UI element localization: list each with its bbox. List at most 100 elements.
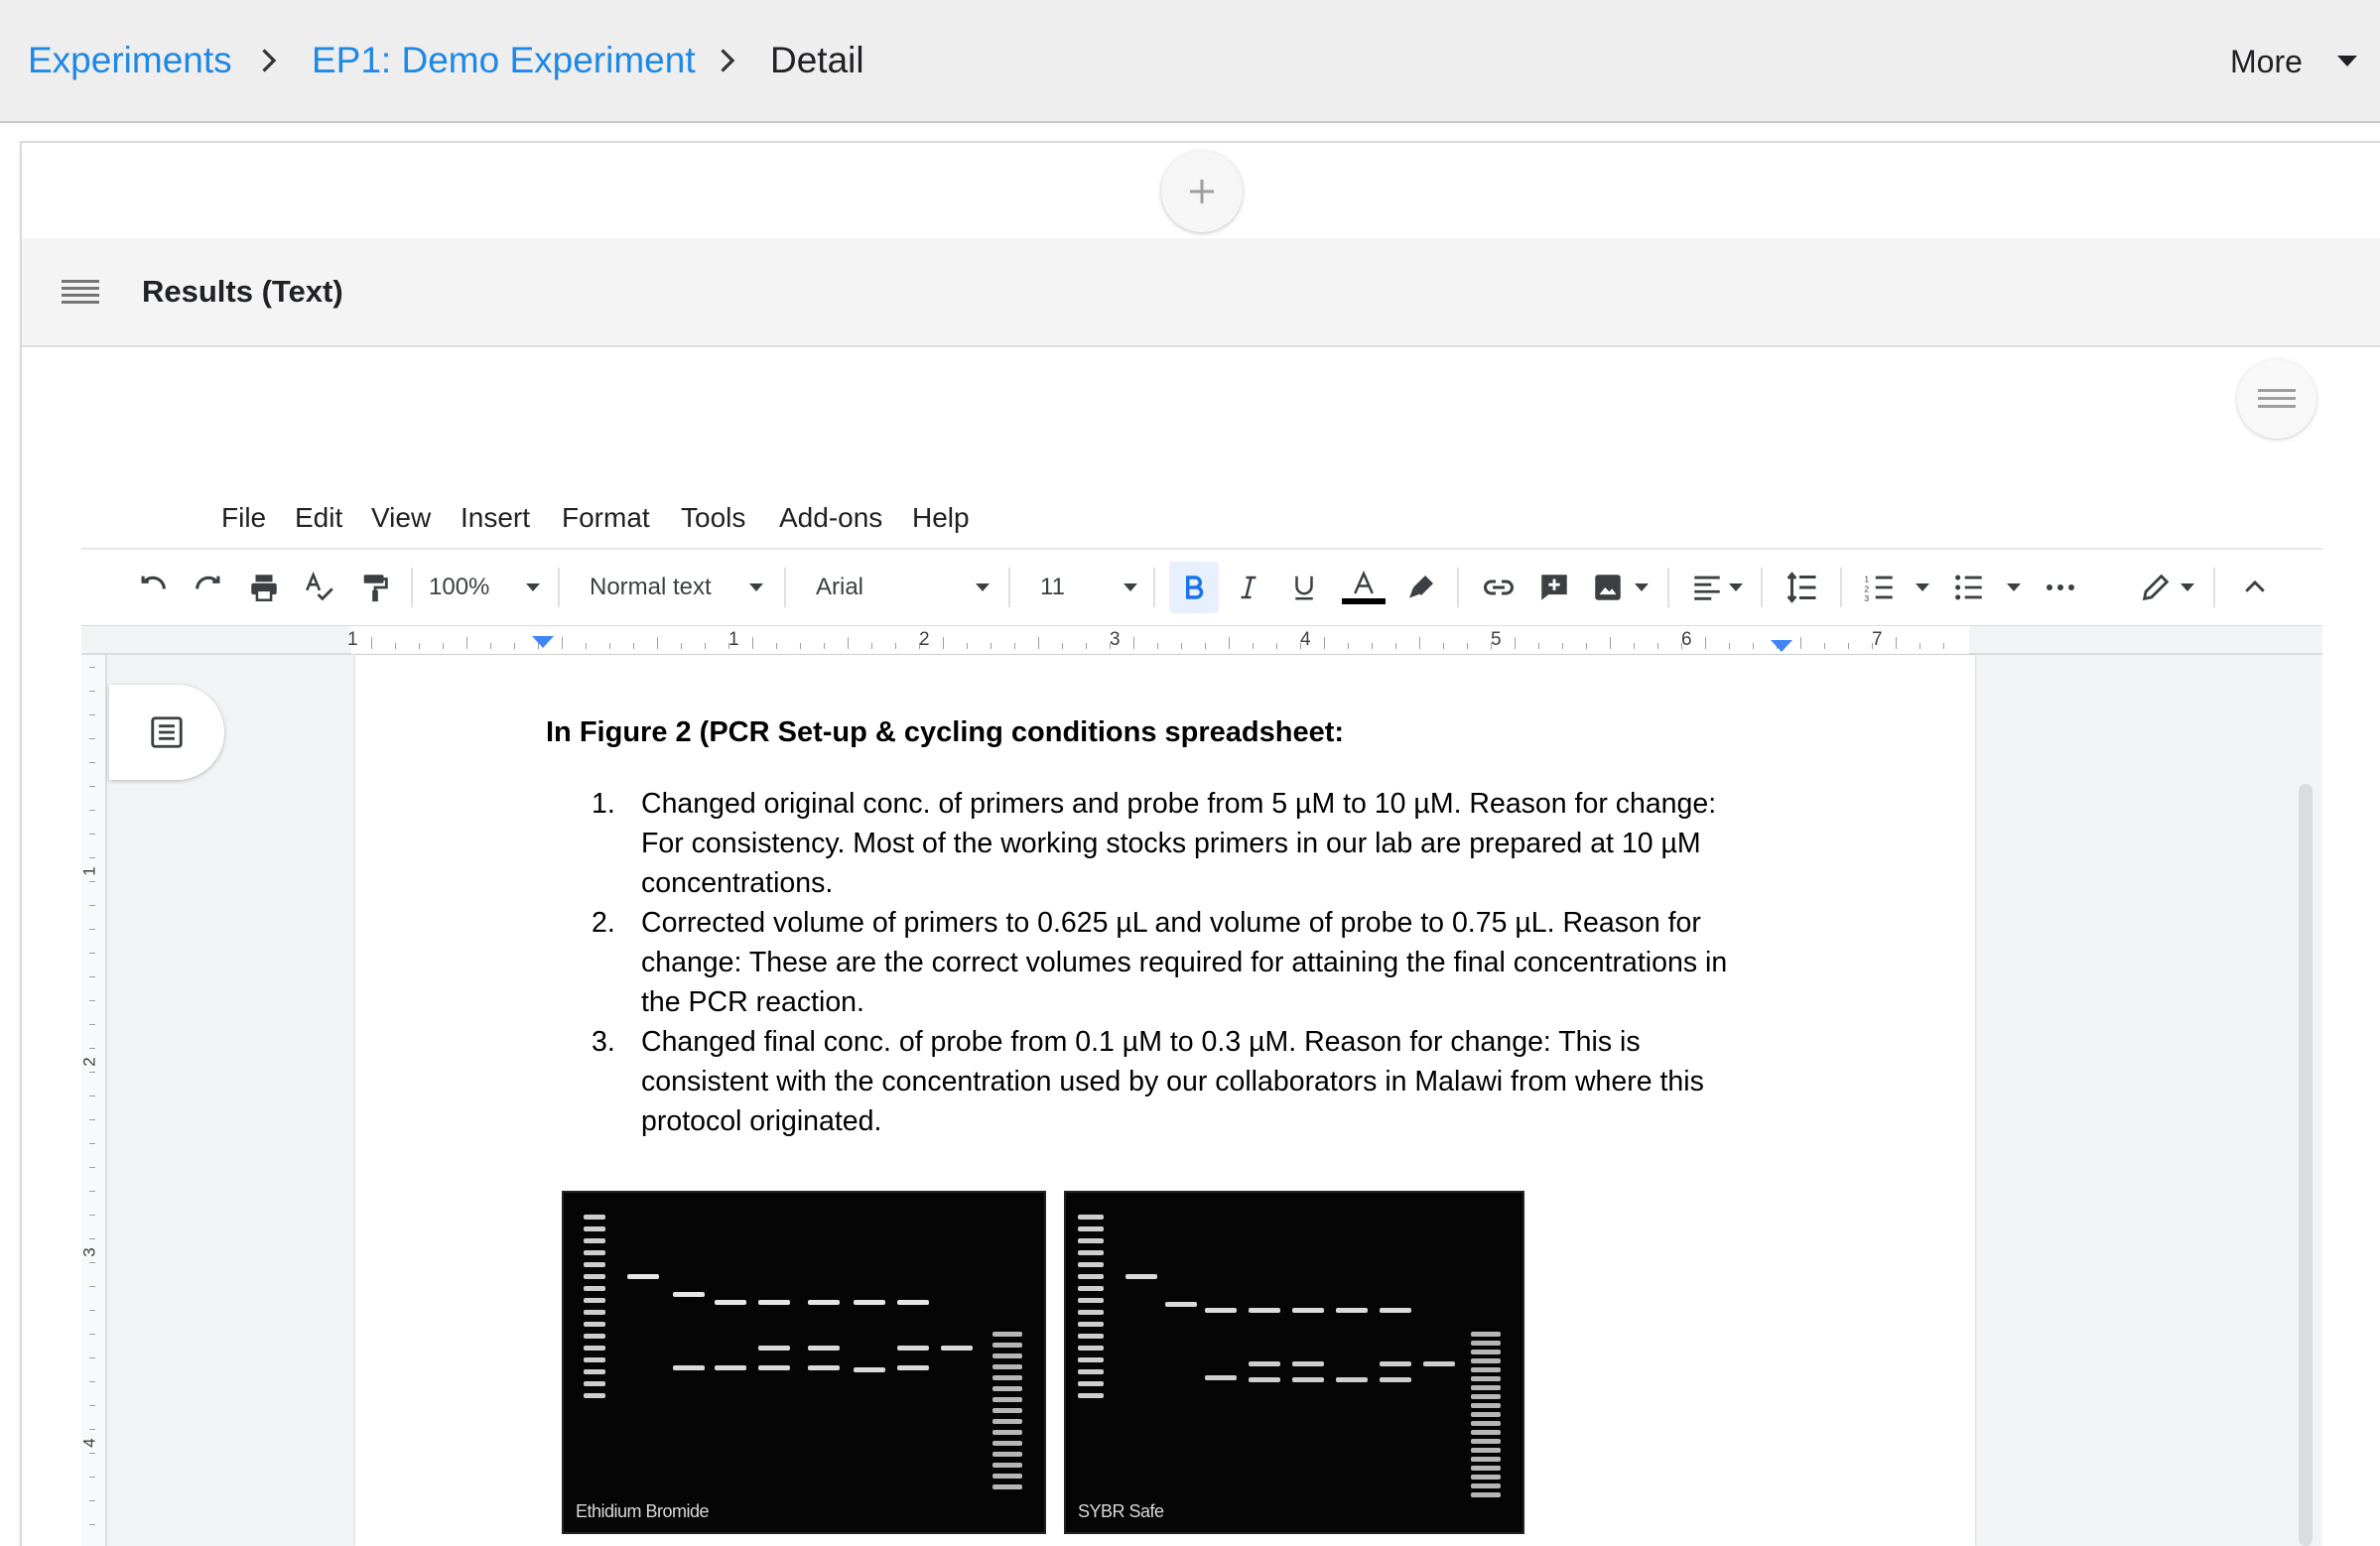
gel-band: [627, 1274, 659, 1279]
gel-label: Ethidium Bromide: [576, 1501, 710, 1521]
document-scrollbar[interactable]: [2299, 784, 2313, 1546]
ruler-tick: [1753, 643, 1754, 649]
ruler-tick: [1229, 637, 1230, 649]
ruler-tick: [991, 643, 992, 649]
gel-band: [1471, 1394, 1501, 1399]
section-header: [22, 238, 2380, 347]
vertical-ruler-tick: [89, 786, 95, 787]
caret-down-icon[interactable]: [526, 583, 540, 591]
line-spacing-icon: [1786, 572, 1816, 603]
caret-down-icon[interactable]: [1729, 583, 1743, 591]
align-icon: [1694, 576, 1720, 600]
text-color-button[interactable]: [1340, 562, 1388, 613]
highlight-button[interactable]: [1399, 562, 1443, 613]
ruler-number: 7: [1872, 629, 1883, 650]
ruler-number: 4: [1300, 629, 1311, 650]
numbered-list-button[interactable]: 123: [1858, 562, 1902, 613]
caret-down-icon[interactable]: [2181, 583, 2194, 591]
collapse-menus-button[interactable]: [2233, 562, 2277, 613]
breadcrumb-experiments[interactable]: Experiments: [28, 36, 232, 85]
bulleted-list-button[interactable]: [1947, 562, 1991, 613]
gel-band: [1078, 1310, 1104, 1315]
undo-button[interactable]: [131, 562, 175, 613]
undo-icon: [141, 576, 166, 589]
right-indent-marker[interactable]: [1771, 640, 1792, 652]
more-menu-button[interactable]: More: [2230, 40, 2303, 83]
redo-button[interactable]: [187, 562, 230, 613]
svg-text:1: 1: [1864, 574, 1869, 583]
zoom-value: 100%: [429, 574, 490, 600]
menu-view[interactable]: View: [371, 498, 431, 538]
horizontal-ruler[interactable]: 1 1 2 3 4 5 6 7: [81, 625, 2322, 655]
caret-down-icon[interactable]: [749, 583, 763, 591]
menu-edit[interactable]: Edit: [295, 498, 342, 538]
vertical-ruler-tick: [89, 1143, 95, 1144]
add-comment-button[interactable]: [1530, 562, 1578, 613]
underline-button[interactable]: [1282, 562, 1326, 613]
gel-band: [584, 1215, 605, 1220]
caret-down-icon[interactable]: [976, 583, 990, 591]
caret-down-icon[interactable]: [2007, 583, 2021, 591]
paragraph-style-select[interactable]: Normal text: [590, 562, 768, 613]
menu-file[interactable]: File: [221, 498, 266, 538]
menu-tools[interactable]: Tools: [681, 498, 745, 538]
vertical-ruler[interactable]: 1 2 3 4: [80, 655, 107, 1546]
align-button[interactable]: [1685, 562, 1729, 613]
menu-addons[interactable]: Add-ons: [779, 498, 882, 538]
gel-image-sybr-safe[interactable]: SYBR Safe: [1064, 1191, 1524, 1534]
hamburger-icon[interactable]: [62, 276, 101, 308]
add-section-button[interactable]: [1161, 151, 1243, 232]
gel-band: [808, 1346, 840, 1351]
menu-format[interactable]: Format: [562, 498, 650, 538]
vertical-ruler-tick: [89, 1310, 95, 1311]
highlight-icon: [1409, 576, 1433, 598]
caret-down-icon[interactable]: [1916, 583, 1929, 591]
gel-band: [992, 1353, 1022, 1358]
menu-help[interactable]: Help: [912, 498, 970, 538]
more-tools-button[interactable]: [2039, 562, 2082, 613]
editing-mode-button[interactable]: [2134, 562, 2178, 613]
gel-band: [584, 1298, 605, 1303]
font-size-select[interactable]: 11: [1040, 562, 1120, 613]
italic-button[interactable]: [1227, 562, 1270, 613]
vertical-ruler-tick: [89, 1286, 95, 1287]
gel-band: [992, 1343, 1022, 1348]
font-select[interactable]: Arial: [816, 562, 975, 613]
ruler-number: 5: [1491, 629, 1502, 650]
insert-image-button[interactable]: [1586, 562, 1630, 613]
gel-band: [1078, 1381, 1104, 1386]
ruler-tick: [1515, 637, 1516, 649]
ruler-tick: [1610, 637, 1611, 649]
toolbar-separator: [1153, 568, 1155, 607]
gel-band: [808, 1300, 840, 1305]
section-options-button[interactable]: [2237, 359, 2316, 439]
document-outline-button[interactable]: [109, 685, 224, 780]
print-button[interactable]: [242, 562, 286, 613]
line-spacing-button[interactable]: [1779, 562, 1826, 613]
left-indent-marker[interactable]: [532, 636, 554, 648]
ruler-tick: [1276, 643, 1277, 649]
list-item-number: 3.: [592, 1026, 615, 1058]
breadcrumb-experiment[interactable]: EP1: Demo Experiment: [312, 36, 696, 85]
ruler-tick: [1848, 643, 1849, 649]
insert-link-button[interactable]: [1475, 562, 1522, 613]
gel-image-ethidium-bromide[interactable]: Ethidium Bromide: [562, 1191, 1046, 1534]
bold-button[interactable]: [1169, 562, 1219, 613]
gel-band: [992, 1419, 1022, 1424]
menu-insert[interactable]: Insert: [461, 498, 530, 538]
ruler-tick: [728, 643, 729, 649]
ruler-tick: [1872, 643, 1873, 649]
caret-down-icon[interactable]: [2337, 56, 2357, 66]
paint-format-button[interactable]: [353, 562, 397, 613]
vertical-ruler-tick: [89, 691, 95, 692]
spellcheck-button[interactable]: [298, 562, 341, 613]
gel-band: [715, 1365, 746, 1370]
caret-down-icon[interactable]: [1124, 583, 1137, 591]
gel-band: [1165, 1302, 1197, 1307]
gel-band: [1078, 1286, 1104, 1291]
ruler-tick: [443, 643, 444, 649]
numbered-list-icon: 123: [1864, 574, 1893, 603]
ruler-tick: [1086, 643, 1087, 649]
caret-down-icon[interactable]: [1635, 583, 1649, 591]
list-item-line: Changed original conc. of primers and pr…: [641, 788, 1717, 820]
